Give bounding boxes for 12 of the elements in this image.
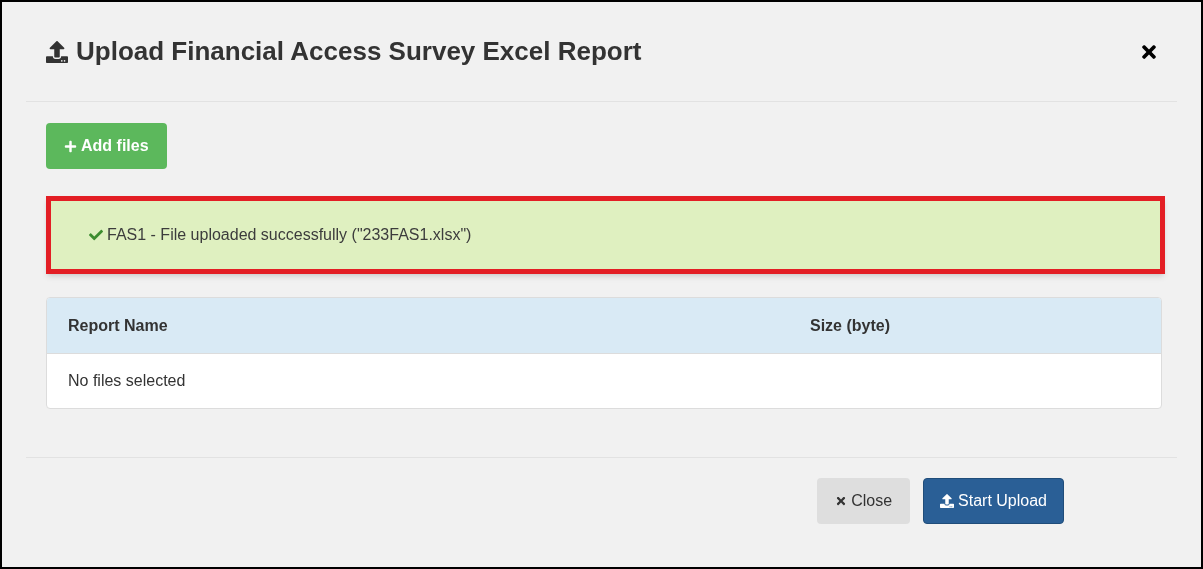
plus-icon (64, 139, 77, 153)
dialog-title: Upload Financial Access Survey Excel Report (76, 35, 642, 68)
alert-message: FAS1 - File uploaded successfully ("233FAS1.xlsx") (107, 225, 472, 245)
upload-icon (940, 494, 955, 508)
close-button[interactable]: Close (817, 478, 911, 524)
upload-icon (46, 40, 68, 63)
start-upload-button[interactable]: Start Upload (923, 478, 1064, 524)
close-icon (835, 495, 848, 507)
column-header: Size (byte) (810, 315, 890, 336)
check-icon (89, 228, 103, 242)
column-header: Report Name (68, 315, 169, 336)
empty-table-text: No files selected (68, 371, 186, 391)
